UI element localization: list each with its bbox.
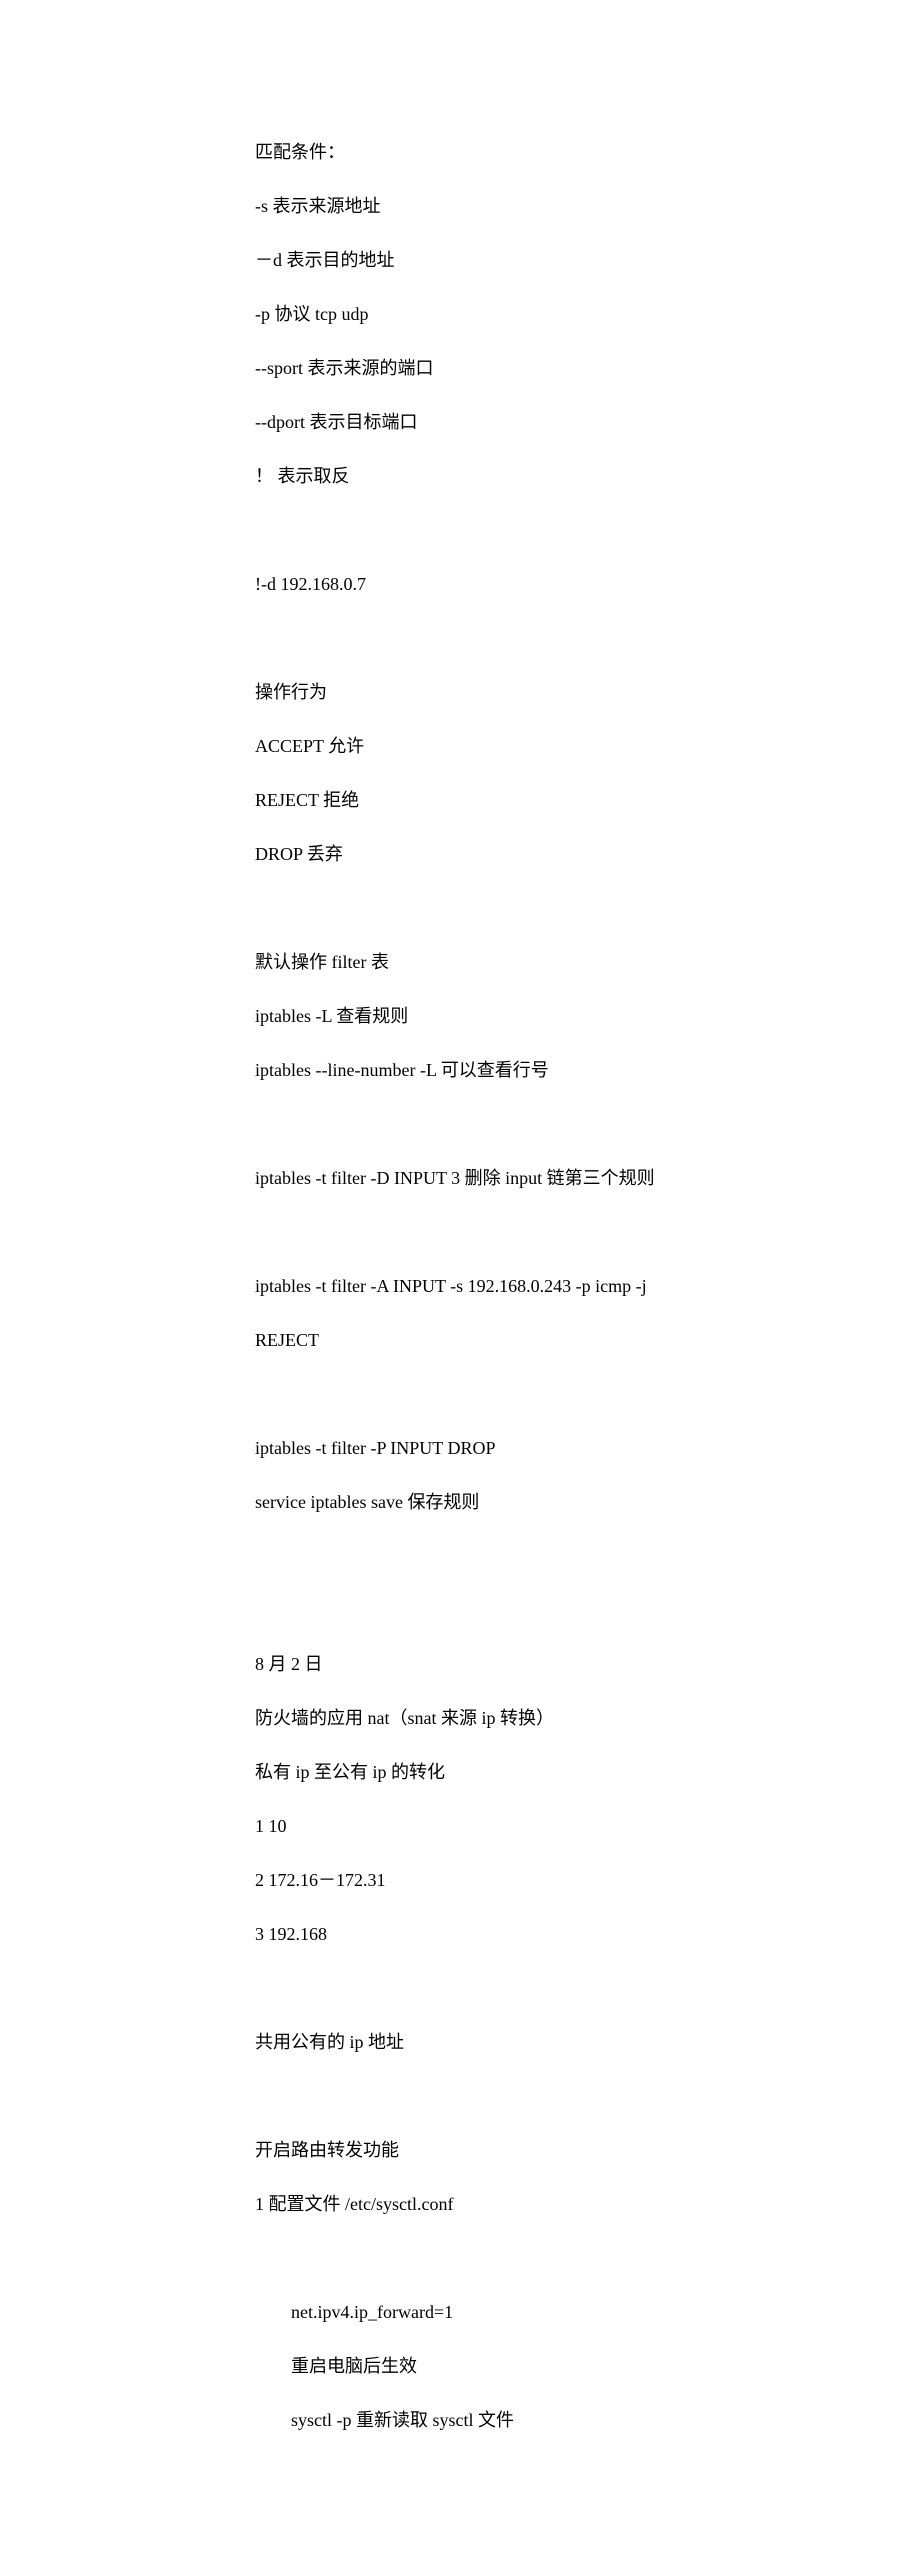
filter-item: iptables --line-number -L 可以查看行号 — [255, 1057, 665, 1084]
blank — [255, 895, 665, 922]
blank — [255, 2245, 665, 2272]
actions-title: 操作行为 — [255, 679, 665, 706]
blank — [255, 2083, 665, 2110]
delete-rule: iptables -t filter -D INPUT 3 删除 input 链… — [255, 1165, 665, 1192]
routing-item: net.ipv4.ip_forward=1 — [255, 2299, 665, 2326]
routing-config: 1 配置文件 /etc/sysctl.conf — [255, 2191, 665, 2218]
blank — [255, 517, 665, 544]
blank — [255, 1381, 665, 1408]
date: 8 月 2 日 — [255, 1651, 665, 1678]
routing-item: sysctl -p 重新读取 sysctl 文件 — [255, 2407, 665, 2434]
add-rule-line1: iptables -t filter -A INPUT -s 192.168.0… — [255, 1273, 665, 1300]
nat-subtitle: 私有 ip 至公有 ip 的转化 — [255, 1759, 665, 1786]
policy-line1: iptables -t filter -P INPUT DROP — [255, 1435, 665, 1462]
action-item: DROP 丢弃 — [255, 841, 665, 868]
filter-item: iptables -L 查看规则 — [255, 1003, 665, 1030]
blank — [255, 1975, 665, 2002]
blank — [255, 625, 665, 652]
match-item: --sport 表示来源的端口 — [255, 355, 665, 382]
document-content: 匹配条件： -s 表示来源地址 －d 表示目的地址 -p 协议 tcp udp … — [255, 112, 665, 2461]
policy-line2: service iptables save 保存规则 — [255, 1489, 665, 1516]
match-item: --dport 表示目标端口 — [255, 409, 665, 436]
blank — [255, 1111, 665, 1138]
add-rule-line2: REJECT — [255, 1327, 665, 1354]
routing-item: 重启电脑后生效 — [255, 2353, 665, 2380]
blank — [255, 1597, 665, 1624]
match-item: －d 表示目的地址 — [255, 247, 665, 274]
nat-title: 防火墙的应用 nat（snat 来源 ip 转换） — [255, 1705, 665, 1732]
ip-range: 1 10 — [255, 1813, 665, 1840]
ip-range: 3 192.168 — [255, 1921, 665, 1948]
blank — [255, 1543, 665, 1570]
example-line: !-d 192.168.0.7 — [255, 571, 665, 598]
routing-title: 开启路由转发功能 — [255, 2137, 665, 2164]
match-item: -p 协议 tcp udp — [255, 301, 665, 328]
action-item: REJECT 拒绝 — [255, 787, 665, 814]
match-title: 匹配条件： — [255, 139, 665, 166]
match-item: -s 表示来源地址 — [255, 193, 665, 220]
filter-title: 默认操作 filter 表 — [255, 949, 665, 976]
shared-ip: 共用公有的 ip 地址 — [255, 2029, 665, 2056]
action-item: ACCEPT 允许 — [255, 733, 665, 760]
blank — [255, 1219, 665, 1246]
ip-range: 2 172.16－172.31 — [255, 1867, 665, 1894]
match-item: ！ 表示取反 — [255, 463, 665, 490]
